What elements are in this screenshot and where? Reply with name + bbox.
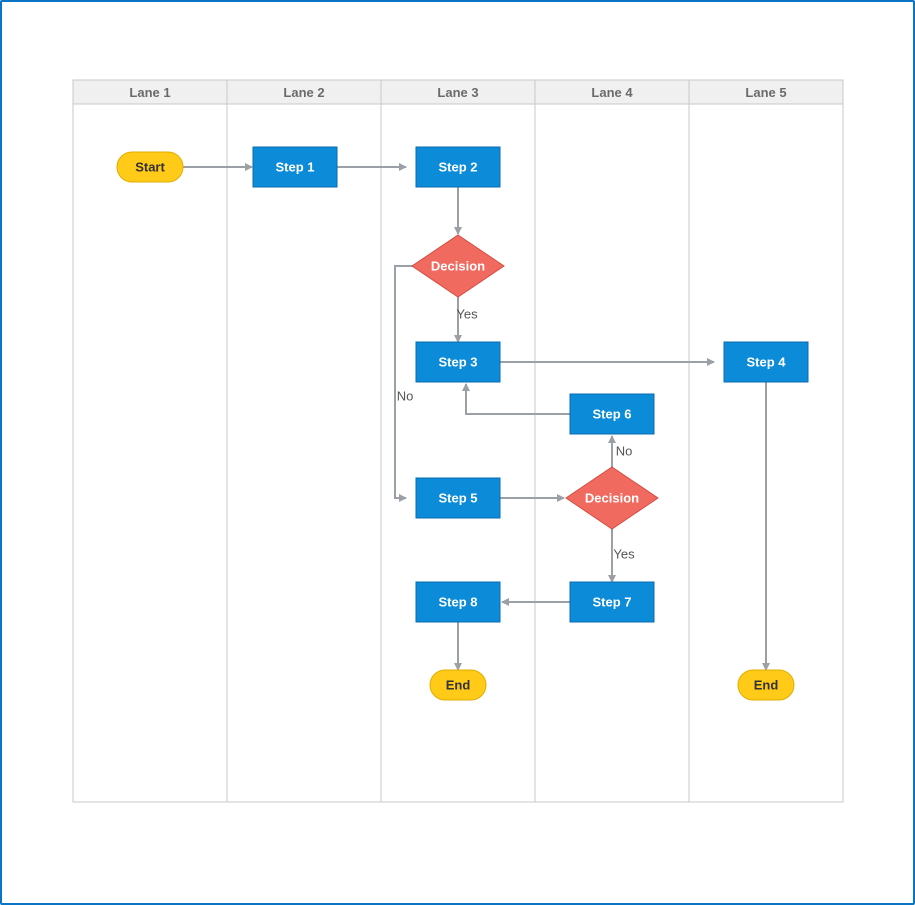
edge-label-yes-2: Yes [613, 546, 635, 561]
node-end2[interactable]: End [738, 670, 794, 700]
swimlane-flowchart: Lane 1 Lane 2 Lane 3 Lane 4 Lane 5 Yes N… [2, 2, 913, 903]
edge-label-no-2: No [616, 443, 633, 458]
node-step3[interactable]: Step 3 [416, 342, 500, 382]
node-decision2-label: Decision [585, 490, 639, 505]
lane-1-header: Lane 1 [129, 85, 170, 100]
node-step3-label: Step 3 [438, 354, 477, 369]
node-step2[interactable]: Step 2 [416, 147, 500, 187]
diagram-frame: Lane 1 Lane 2 Lane 3 Lane 4 Lane 5 Yes N… [0, 0, 915, 905]
node-end1[interactable]: End [430, 670, 486, 700]
node-step4-label: Step 4 [746, 354, 786, 369]
node-step2-label: Step 2 [438, 159, 477, 174]
node-step1[interactable]: Step 1 [253, 147, 337, 187]
node-step8[interactable]: Step 8 [416, 582, 500, 622]
lane-2-header: Lane 2 [283, 85, 324, 100]
node-step7[interactable]: Step 7 [570, 582, 654, 622]
node-end1-label: End [446, 677, 471, 692]
lane-4-header: Lane 4 [591, 85, 633, 100]
lane-3-header: Lane 3 [437, 85, 478, 100]
node-step6-label: Step 6 [592, 406, 631, 421]
node-start[interactable]: Start [117, 152, 183, 182]
node-start-label: Start [135, 159, 165, 174]
node-step5-label: Step 5 [438, 490, 477, 505]
edge-label-yes-1: Yes [456, 306, 478, 321]
node-end2-label: End [754, 677, 779, 692]
edge-label-no-1: No [397, 388, 414, 403]
node-step5[interactable]: Step 5 [416, 478, 500, 518]
lane-5-header: Lane 5 [745, 85, 786, 100]
node-decision1-label: Decision [431, 258, 485, 273]
node-step8-label: Step 8 [438, 594, 477, 609]
node-step6[interactable]: Step 6 [570, 394, 654, 434]
node-step7-label: Step 7 [592, 594, 631, 609]
node-step1-label: Step 1 [275, 159, 314, 174]
node-step4[interactable]: Step 4 [724, 342, 808, 382]
